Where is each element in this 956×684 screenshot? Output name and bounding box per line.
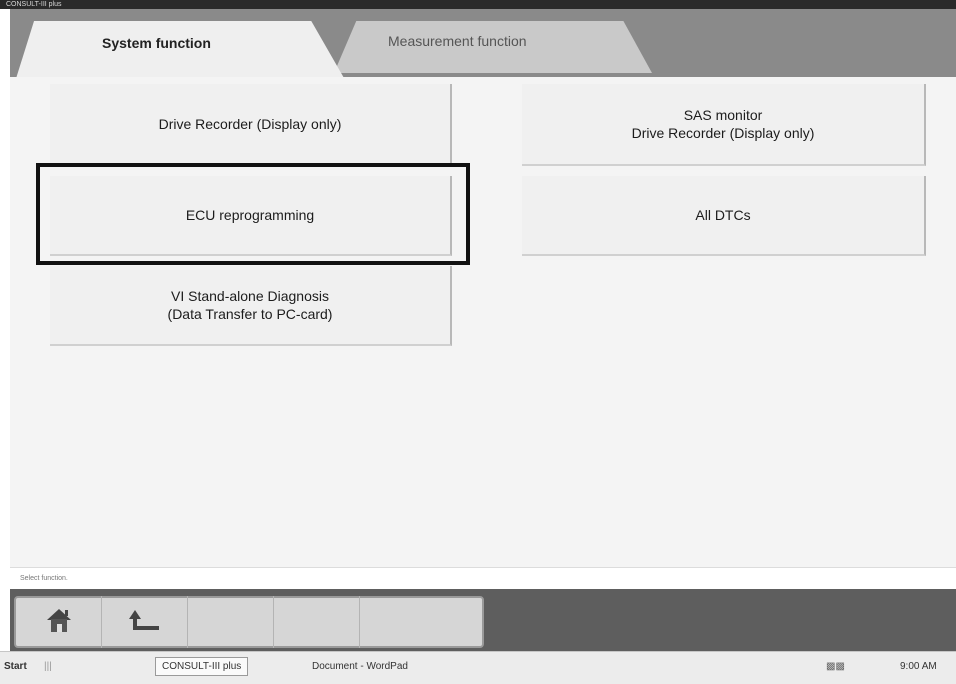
quick-launch-divider: ||| — [44, 661, 52, 672]
selection-highlight — [36, 163, 470, 265]
tab-system-function-label: System function — [102, 35, 211, 51]
vi-standalone-label: VI Stand-alone Diagnosis — [171, 288, 329, 304]
all-dtcs-button[interactable]: All DTCs — [522, 176, 926, 256]
drive-recorder-button[interactable]: Drive Recorder (Display only) — [50, 84, 452, 166]
vi-standalone-diagnosis-button[interactable]: VI Stand-alone Diagnosis (Data Transfer … — [50, 266, 452, 346]
status-line: Select function. — [10, 567, 956, 589]
nav-slot-4 — [274, 596, 360, 648]
drive-recorder-label: Drive Recorder (Display only) — [158, 116, 342, 132]
all-dtcs-label: All DTCs — [695, 207, 751, 223]
data-transfer-label: (Data Transfer to PC-card) — [167, 306, 333, 322]
sas-monitor-label: SAS monitor — [683, 107, 763, 123]
taskbar-consult-button[interactable]: CONSULT-III plus — [155, 657, 249, 676]
taskbar-clock: 9:00 AM — [900, 661, 937, 672]
tray-icons: ▩▩ — [826, 661, 845, 672]
nav-slot-5 — [360, 596, 446, 648]
tab-system-function[interactable] — [14, 21, 348, 85]
taskbar: Start ||| CONSULT-III plus Document - Wo… — [0, 651, 956, 684]
nav-slot-3 — [188, 596, 274, 648]
back-arrow-icon — [127, 606, 163, 639]
tab-measurement-function-label: Measurement function — [388, 33, 527, 49]
start-button[interactable]: Start — [4, 661, 27, 672]
home-button[interactable] — [16, 596, 102, 648]
status-message: Select function. — [20, 575, 68, 582]
sas-monitor-button[interactable]: SAS monitor Drive Recorder (Display only… — [522, 84, 926, 166]
window-title-bar: CONSULT-III plus — [0, 0, 956, 9]
taskbar-wordpad-button[interactable]: Document - WordPad — [312, 661, 408, 672]
back-button[interactable] — [102, 596, 188, 648]
home-icon — [43, 605, 75, 640]
window-title: CONSULT-III plus — [6, 1, 62, 8]
sas-drive-recorder-label: Drive Recorder (Display only) — [631, 125, 815, 141]
